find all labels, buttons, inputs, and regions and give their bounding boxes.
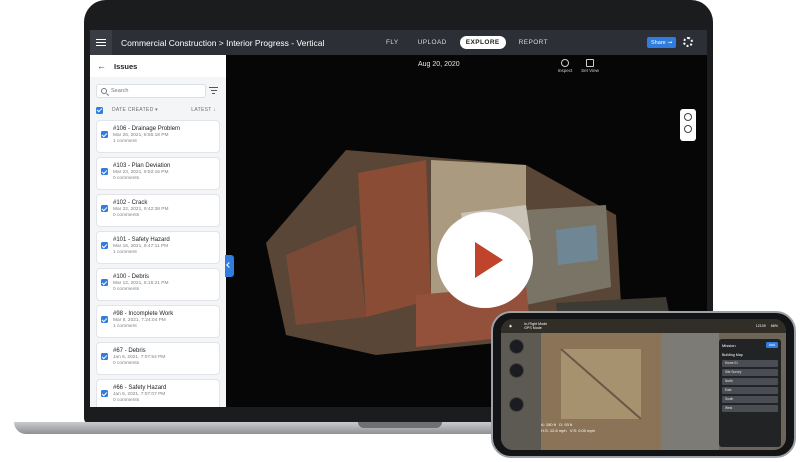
issue-checkbox[interactable] bbox=[101, 279, 108, 286]
menu-button[interactable] bbox=[90, 30, 112, 55]
issue-checkbox[interactable] bbox=[101, 131, 108, 138]
sort-by-dropdown[interactable]: DATE CREATED ▾ bbox=[112, 107, 158, 113]
battery-percent: 66% bbox=[770, 324, 778, 328]
tab-fly[interactable]: FLY bbox=[380, 36, 405, 49]
issue-comments: 0 comments bbox=[113, 398, 140, 403]
issue-checkbox[interactable] bbox=[101, 242, 108, 249]
search-icon bbox=[101, 88, 107, 94]
select-all-checkbox[interactable] bbox=[96, 106, 103, 114]
issue-comments: 0 comments bbox=[113, 176, 140, 181]
issue-card[interactable]: #100 - Debris Mar 12, 2021, 6:15:21 PM 0 c… bbox=[96, 268, 220, 301]
capture-date: Aug 20, 2020 bbox=[418, 61, 460, 68]
search-box bbox=[96, 84, 206, 98]
play-button[interactable] bbox=[437, 212, 533, 308]
set-view-label: Set View bbox=[581, 68, 599, 73]
set-view-icon bbox=[586, 59, 594, 67]
issue-title: #67 - Debris bbox=[113, 348, 146, 354]
gps-mode: GPS Mode bbox=[524, 326, 542, 330]
issue-checkbox[interactable] bbox=[101, 390, 108, 397]
issue-comments: 1 comment bbox=[113, 324, 137, 329]
issue-card[interactable]: #102 - Crack Mar 22, 2021, 9:42:38 PM 0 co… bbox=[96, 194, 220, 227]
issue-checkbox[interactable] bbox=[101, 353, 108, 360]
share-icon: ➞ bbox=[667, 39, 673, 46]
issue-checkbox[interactable] bbox=[101, 316, 108, 323]
order-label: LATEST bbox=[191, 107, 212, 113]
issue-comments: 1 comment bbox=[113, 139, 137, 144]
issue-card[interactable]: #106 - Drainage Problem Mar 26, 2021, 8:5… bbox=[96, 120, 220, 153]
issue-comments: 0 comments bbox=[113, 287, 140, 292]
back-arrow-icon[interactable]: ← bbox=[97, 61, 106, 71]
recenter-icon[interactable] bbox=[684, 113, 692, 121]
mission-panel: Mission Add Building Map Home 01 Site Su… bbox=[719, 339, 781, 447]
issue-comments: 0 comments bbox=[113, 361, 140, 366]
horizontal-speed: H.S: 12.6 mph bbox=[541, 428, 567, 433]
sidebar-header: ← Issues bbox=[90, 55, 226, 77]
issue-card[interactable]: #66 - Safety Hazard Jan 6, 2021, 7:07:07 … bbox=[96, 379, 220, 407]
view-controls[interactable] bbox=[680, 109, 696, 141]
issue-title: #103 - Plan Deviation bbox=[113, 163, 171, 169]
issue-list: #106 - Drainage Problem Mar 26, 2021, 8:5… bbox=[96, 120, 220, 407]
phone-frame: ◉ In-Flight Mode GPS Mode 12109 66% A: 1… bbox=[491, 311, 796, 458]
issue-card[interactable]: #98 - Incomplete Work Mar 8, 2021, 7:24:0… bbox=[96, 305, 220, 338]
share-button[interactable]: Share ➞ bbox=[647, 37, 677, 48]
tab-explore[interactable]: EXPLORE bbox=[459, 36, 506, 49]
filter-icon[interactable] bbox=[209, 87, 218, 95]
mission-title: Mission bbox=[722, 342, 736, 348]
phone-screen: ◉ In-Flight Mode GPS Mode 12109 66% A: 1… bbox=[501, 319, 786, 450]
sort-order-toggle[interactable]: LATEST ↓ bbox=[191, 107, 216, 113]
share-label: Share bbox=[651, 39, 666, 46]
distance: D: 93 ft bbox=[559, 422, 573, 427]
telemetry-readout: A: 150 ft D: 93 ft H.S: 12.6 mph V.S: 0.… bbox=[541, 422, 595, 433]
mission-item[interactable]: West bbox=[722, 404, 778, 412]
issue-card[interactable]: #103 - Plan Deviation Mar 23, 2021, 9:52:… bbox=[96, 157, 220, 190]
sidebar-title: Issues bbox=[114, 61, 138, 71]
mission-item[interactable]: South bbox=[722, 395, 778, 403]
mission-item[interactable]: North bbox=[722, 377, 778, 385]
mission-name: Building Map bbox=[722, 353, 743, 357]
issues-sidebar: ← Issues DATE CREATED ▾ LATEST ↓ #106 - … bbox=[90, 55, 226, 407]
altitude: A: 150 ft bbox=[541, 422, 556, 427]
top-bar: Commercial Construction > Interior Progr… bbox=[90, 30, 707, 55]
mission-item[interactable]: East bbox=[722, 386, 778, 394]
mission-item[interactable]: Site Survey bbox=[722, 368, 778, 376]
issue-checkbox[interactable] bbox=[101, 205, 108, 212]
issue-title: #100 - Debris bbox=[113, 274, 150, 280]
issue-title: #98 - Incomplete Work bbox=[113, 311, 174, 317]
drone-status-icon: ◉ bbox=[509, 324, 513, 328]
tab-upload[interactable]: UPLOAD bbox=[412, 36, 453, 49]
battery-value: 12109 bbox=[755, 324, 766, 328]
inspect-label: Inspect bbox=[557, 68, 573, 73]
search-input[interactable] bbox=[111, 88, 201, 94]
tab-report[interactable]: REPORT bbox=[513, 36, 554, 49]
gear-icon[interactable] bbox=[683, 37, 693, 47]
vertical-speed: V.S: 0.00 mph bbox=[569, 428, 595, 433]
product-mockup: Commercial Construction > Interior Progr… bbox=[0, 0, 800, 462]
phone-status-bar: ◉ In-Flight Mode GPS Mode 12109 66% bbox=[501, 319, 786, 333]
laptop-notch bbox=[358, 422, 442, 428]
compass-icon[interactable] bbox=[684, 125, 692, 133]
takeoff-button[interactable] bbox=[509, 339, 524, 354]
issue-checkbox[interactable] bbox=[101, 168, 108, 175]
issue-title: #102 - Crack bbox=[113, 200, 148, 206]
issue-comments: 0 comments bbox=[113, 213, 140, 218]
set-view-tool[interactable]: Set View bbox=[579, 59, 601, 73]
camera-button[interactable] bbox=[509, 363, 524, 378]
sort-row: DATE CREATED ▾ LATEST ↓ bbox=[96, 105, 220, 115]
issue-title: #106 - Drainage Problem bbox=[113, 126, 181, 132]
sort-label: DATE CREATED bbox=[112, 107, 154, 113]
inspect-tool[interactable]: Inspect bbox=[554, 59, 576, 73]
issue-title: #66 - Safety Hazard bbox=[113, 385, 167, 391]
add-mission-button[interactable]: Add bbox=[765, 342, 778, 348]
issue-title: #101 - Safety Hazard bbox=[113, 237, 170, 243]
mission-item[interactable]: Home 01 bbox=[722, 359, 778, 367]
project-title: Commercial Construction > Interior Progr… bbox=[121, 37, 325, 48]
inspect-icon bbox=[561, 59, 569, 67]
issue-comments: 1 comment bbox=[113, 250, 137, 255]
main-nav: FLY UPLOAD EXPLORE REPORT bbox=[380, 36, 554, 49]
map-toggle-button[interactable] bbox=[509, 397, 524, 412]
hamburger-icon bbox=[96, 41, 106, 44]
issue-card[interactable]: #101 - Safety Hazard Mar 16, 2021, 9:47:1… bbox=[96, 231, 220, 264]
collapse-sidebar-button[interactable] bbox=[225, 255, 234, 277]
issue-card[interactable]: #67 - Debris Jan 6, 2021, 7:07:54 PM 0 com… bbox=[96, 342, 220, 375]
